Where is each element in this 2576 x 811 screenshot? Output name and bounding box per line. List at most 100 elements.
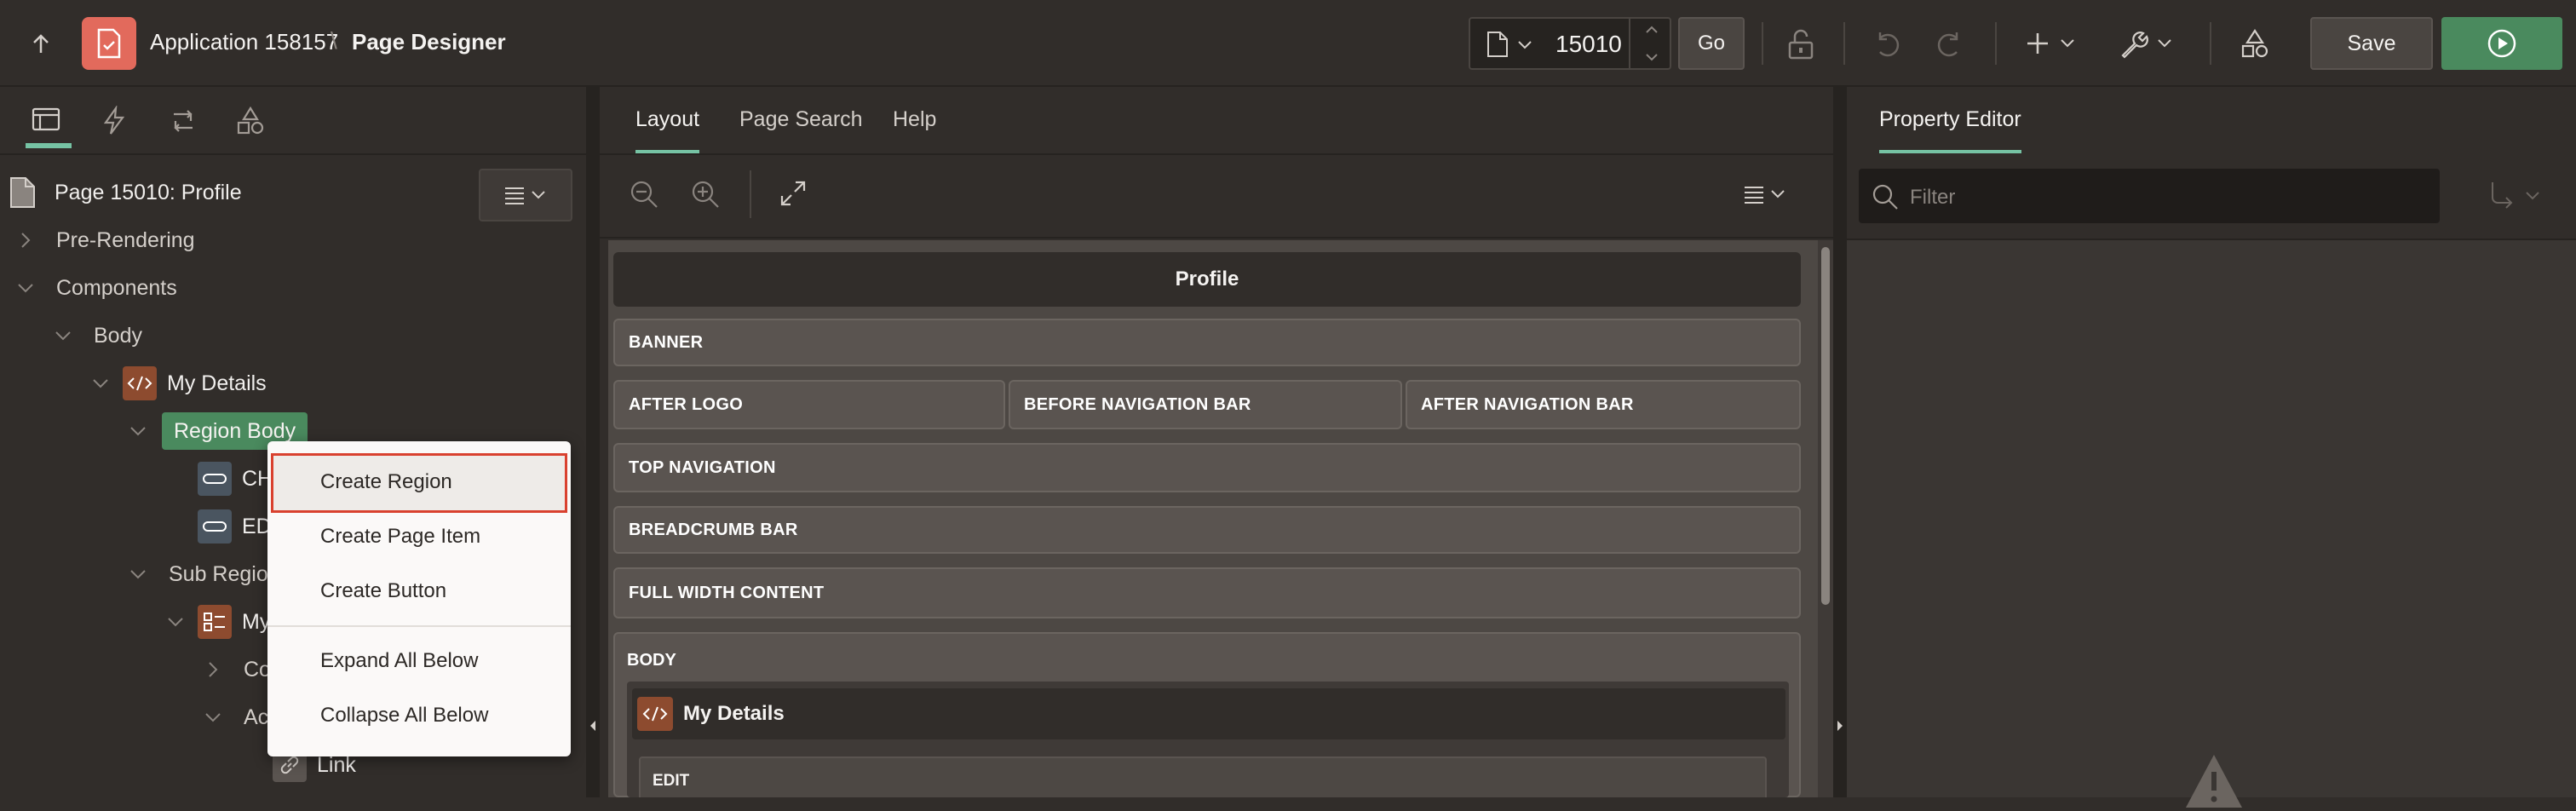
app-icon[interactable] <box>82 17 136 70</box>
tree-node-item-2[interactable]: ED <box>198 506 272 547</box>
tree-node-co[interactable]: Co <box>201 649 271 690</box>
tab-divider <box>600 153 1833 155</box>
property-editor-panel: Property Editor Filter <box>1847 87 2576 808</box>
property-editor-header: Property Editor <box>1847 87 2576 155</box>
position-after-logo[interactable]: AFTER LOGO <box>613 380 1005 429</box>
rendering-tab-icon[interactable] <box>31 106 65 138</box>
menu-item-create-region[interactable]: Create Region <box>267 455 569 509</box>
tree-node-components[interactable]: Components <box>14 267 177 308</box>
utilities-menu-button[interactable] <box>2119 26 2177 61</box>
tree-label: Page 15010: Profile <box>55 180 242 204</box>
chevron-down-icon <box>55 331 71 341</box>
layout-canvas: Profile BANNER AFTER LOGO BEFORE NAVIGAT… <box>608 240 1818 797</box>
tab-page-search[interactable]: Page Search <box>739 107 863 132</box>
position-top-navigation[interactable]: TOP NAVIGATION <box>613 443 1801 492</box>
toolbar-divider <box>600 237 1833 239</box>
scrollbar-thumb[interactable] <box>1821 247 1830 605</box>
shared-components-tab-icon[interactable] <box>235 106 266 136</box>
toolbar-divider <box>1995 22 1997 65</box>
expand-icon[interactable] <box>779 179 808 208</box>
tree-node-ac[interactable]: Ac <box>201 697 268 738</box>
toolbar-divider <box>1843 22 1845 65</box>
position-edit-label: EDIT <box>653 772 690 790</box>
tree-label: My <box>242 609 271 634</box>
menu-item-collapse-all-below[interactable]: Collapse All Below <box>267 688 569 743</box>
static-content-region-icon <box>637 697 673 731</box>
dynamic-actions-tab-icon[interactable] <box>99 106 129 136</box>
shared-components-icon[interactable] <box>2237 26 2273 61</box>
processing-tab-icon[interactable] <box>167 106 199 136</box>
filter-placeholder: Filter <box>1910 186 1956 209</box>
position-banner[interactable]: BANNER <box>613 319 1801 366</box>
right-splitter[interactable] <box>1833 87 1847 797</box>
tree-node-my-details[interactable]: My Details <box>89 363 267 404</box>
left-splitter[interactable] <box>586 87 600 797</box>
layout-menu-button[interactable] <box>1739 182 1791 206</box>
position-edit[interactable]: EDIT <box>639 756 1767 797</box>
top-toolbar: Application 158157 \ Page Designer 15010… <box>0 0 2576 87</box>
chevron-down-icon <box>205 713 221 722</box>
up-arrow-icon[interactable] <box>24 27 58 61</box>
tree-node-sub-regions[interactable]: Sub Region <box>126 554 280 595</box>
page-number-input[interactable]: 15010 <box>1555 31 1622 58</box>
page-title: Page Designer <box>352 29 506 55</box>
page-icon <box>10 177 35 208</box>
context-menu: Create Region Create Page Item Create Bu… <box>267 441 571 756</box>
run-page-button[interactable] <box>2441 17 2562 70</box>
position-breadcrumb-bar[interactable]: BREADCRUMB BAR <box>613 506 1801 554</box>
page-header-box[interactable]: Profile <box>613 252 1801 307</box>
tree-label: Pre-Rendering <box>56 227 195 252</box>
menu-divider <box>267 625 571 627</box>
menu-item-expand-all-below[interactable]: Expand All Below <box>267 634 569 688</box>
go-button[interactable]: Go <box>1678 17 1745 70</box>
menu-item-create-button[interactable]: Create Button <box>267 564 569 618</box>
tab-property-editor[interactable]: Property Editor <box>1879 107 2021 155</box>
warning-icon <box>2182 751 2245 811</box>
position-body[interactable]: BODY My Details EDIT <box>613 632 1801 797</box>
go-to-group-button[interactable] <box>2487 179 2547 213</box>
tree-node-page[interactable]: Page 15010: Profile <box>9 172 242 213</box>
app-title[interactable]: Application 158157 <box>150 29 338 55</box>
lock-icon[interactable] <box>1784 27 1818 61</box>
chevron-down-icon <box>168 618 183 627</box>
tree-node-item-1[interactable]: CH <box>198 458 273 499</box>
save-button[interactable]: Save <box>2310 17 2433 70</box>
tree-label: Ac <box>244 705 269 729</box>
redo-icon[interactable] <box>1932 27 1966 61</box>
tree-node-pre-rendering[interactable]: Pre-Rendering <box>14 220 195 261</box>
region-title: My Details <box>683 702 785 725</box>
hamburger-icon <box>1745 187 1785 204</box>
breadcrumb-separator: \ <box>331 27 337 54</box>
undo-icon[interactable] <box>1871 27 1905 61</box>
zoom-in-icon[interactable] <box>690 179 721 210</box>
active-tab-indicator <box>26 143 72 148</box>
tree-node-body[interactable]: Body <box>51 315 142 356</box>
tab-divider <box>0 153 586 155</box>
create-menu-button[interactable] <box>2026 26 2080 61</box>
tree-node-my[interactable]: My <box>164 601 270 642</box>
search-icon <box>1871 182 1900 211</box>
tree-label: My Details <box>167 371 267 395</box>
region-my-details[interactable]: My Details EDIT <box>627 682 1789 797</box>
position-full-width-content[interactable]: FULL WIDTH CONTENT <box>613 567 1801 618</box>
page-selector[interactable]: 15010 <box>1469 17 1671 70</box>
toolbar-divider <box>2210 22 2211 65</box>
chevron-right-icon <box>209 662 218 677</box>
tab-help[interactable]: Help <box>893 107 936 132</box>
chevron-down-icon[interactable] <box>1516 36 1533 53</box>
chevron-right-icon <box>21 233 31 248</box>
filter-input[interactable]: Filter <box>1859 169 2440 223</box>
tree-menu-button[interactable] <box>479 169 572 221</box>
layout-scrollbar[interactable] <box>1818 240 1833 797</box>
tab-layout[interactable]: Layout <box>635 107 700 155</box>
toolbar-divider <box>1762 22 1763 65</box>
position-before-navigation-bar[interactable]: BEFORE NAVIGATION BAR <box>1009 380 1402 429</box>
tree-label: Sub Region <box>169 561 280 586</box>
chevron-down-icon <box>130 427 146 436</box>
zoom-out-icon[interactable] <box>629 179 659 210</box>
menu-item-create-page-item[interactable]: Create Page Item <box>267 509 569 564</box>
chevron-down-icon <box>130 570 146 579</box>
page-stepper[interactable] <box>1629 19 1671 68</box>
position-after-navigation-bar[interactable]: AFTER NAVIGATION BAR <box>1406 380 1801 429</box>
static-content-region-icon <box>123 366 157 400</box>
